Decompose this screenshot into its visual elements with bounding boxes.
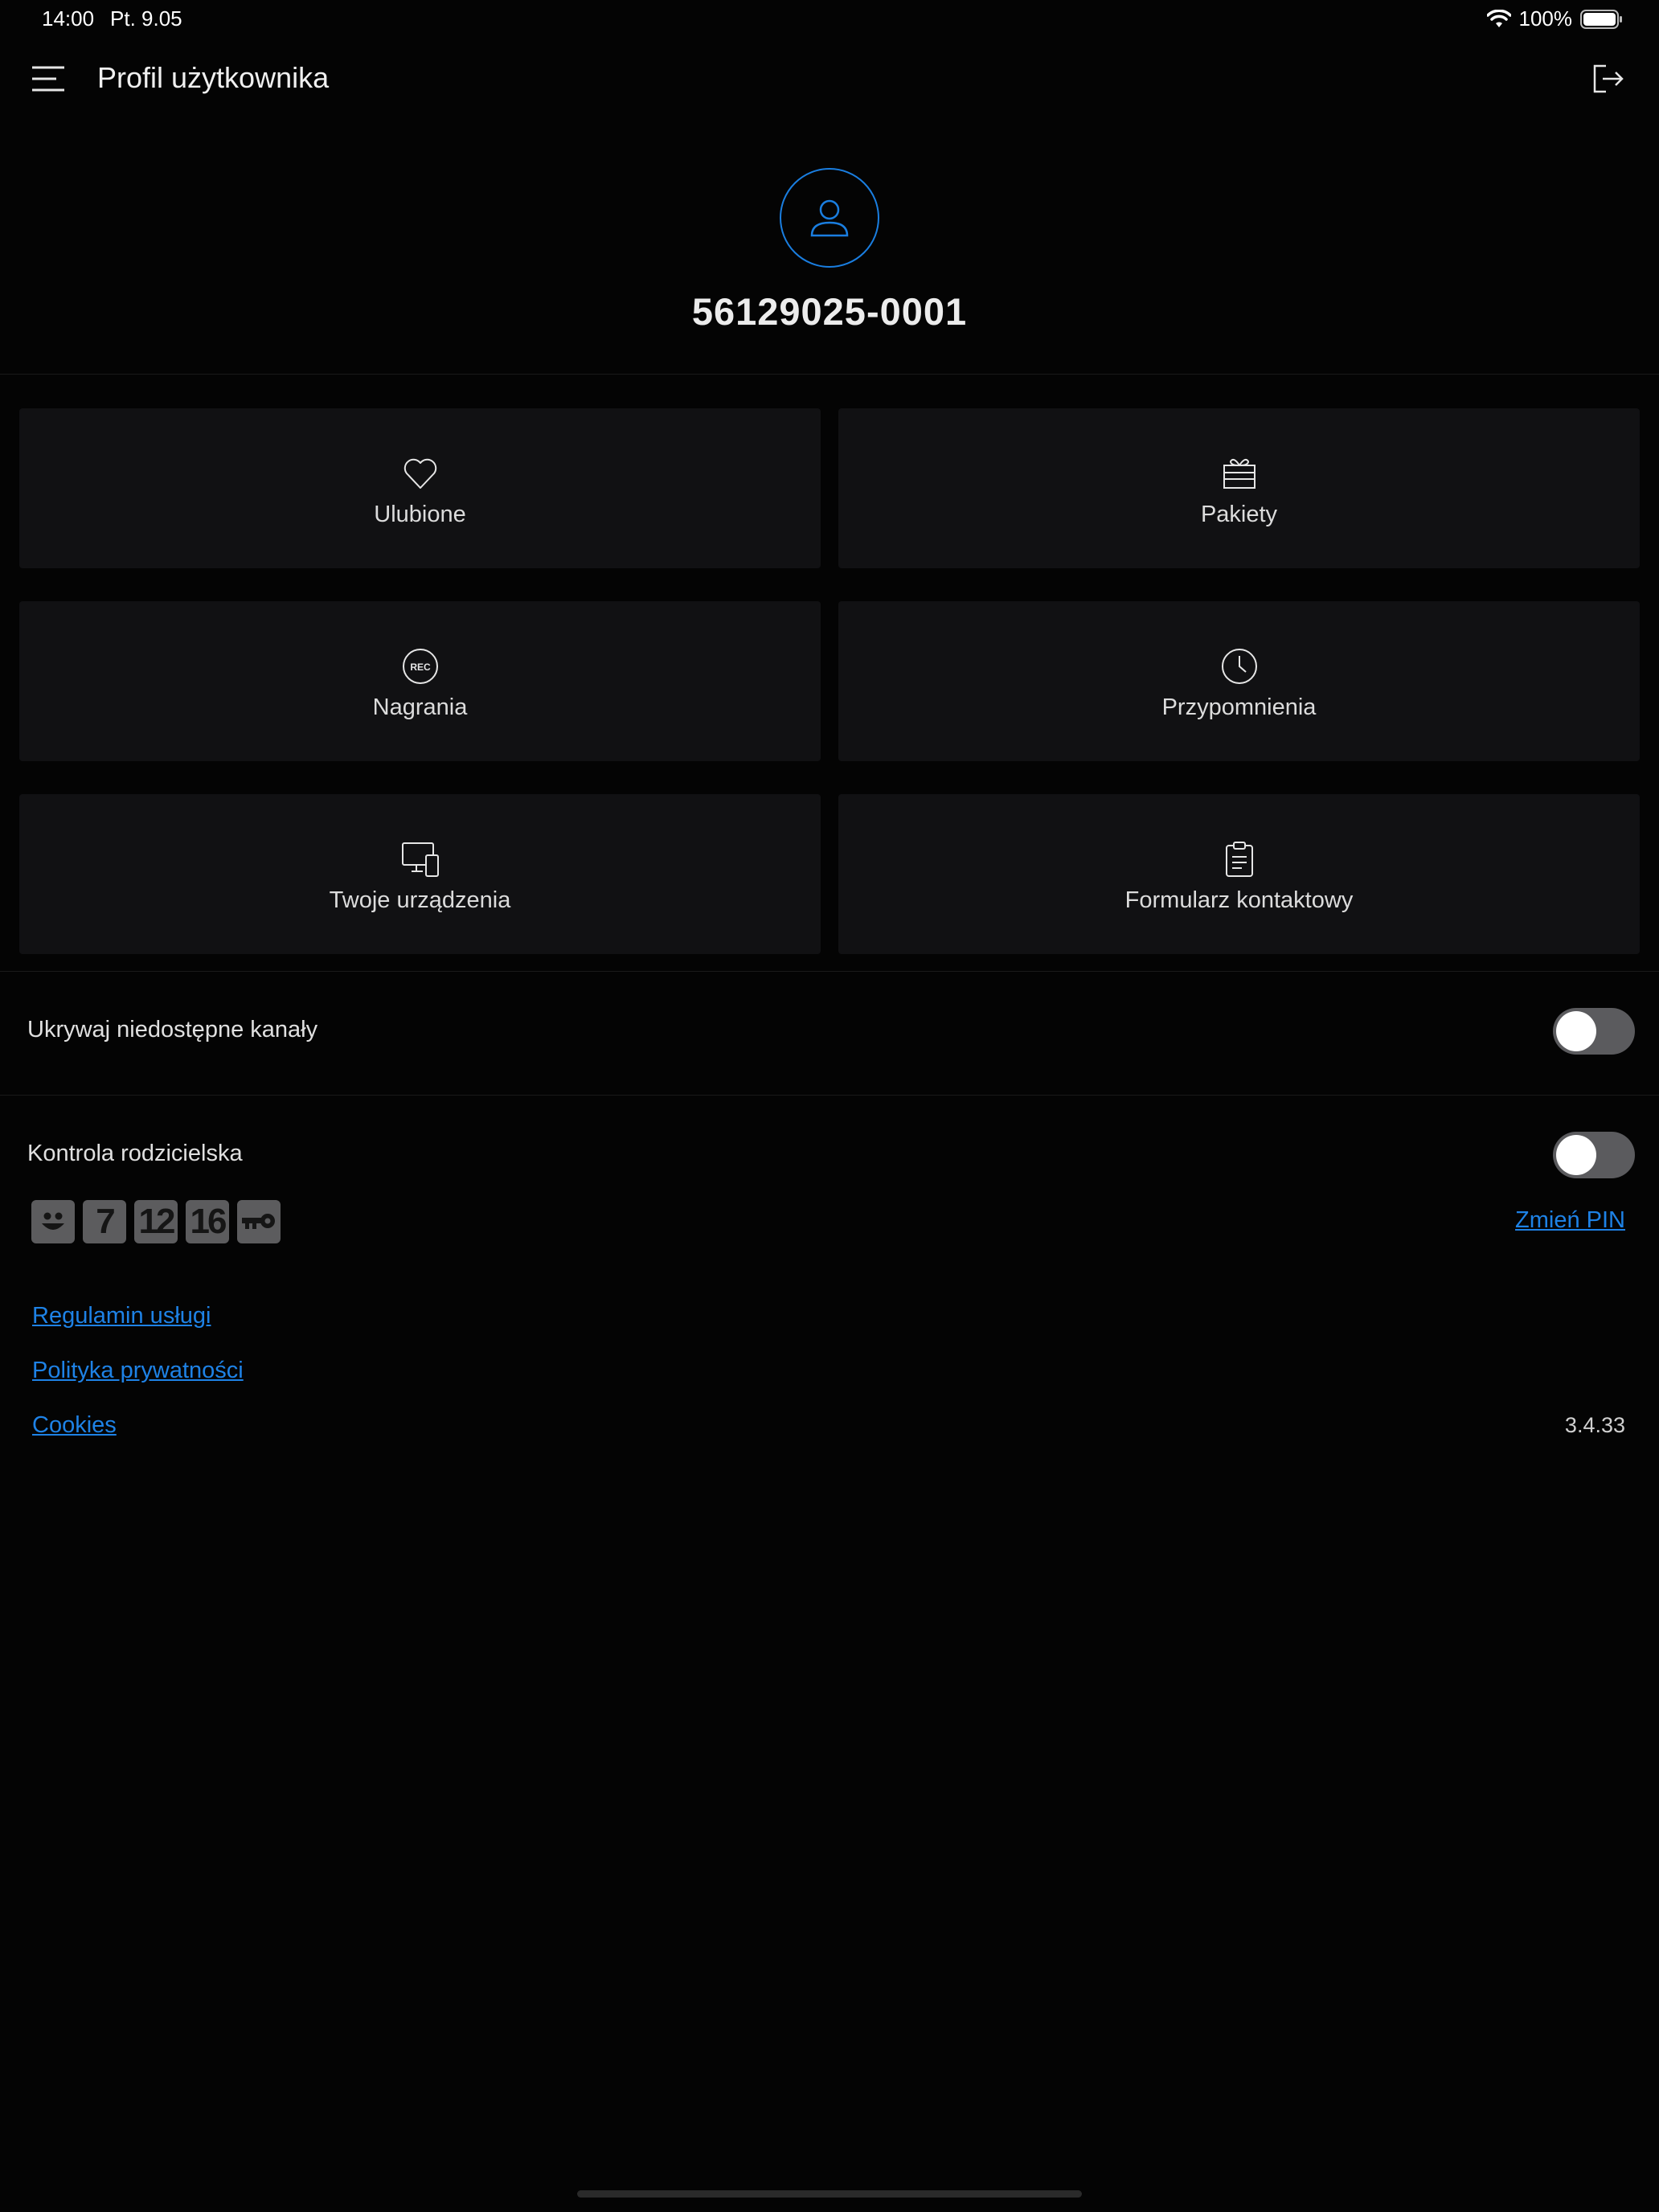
divider <box>0 1095 1659 1096</box>
tile-label: Przypomnienia <box>1161 694 1317 720</box>
battery-icon <box>1580 9 1622 29</box>
terms-link[interactable]: Regulamin usługi <box>32 1303 211 1329</box>
smiley-icon <box>42 1212 64 1230</box>
page-title: Profil użytkownika <box>97 61 330 94</box>
status-indicators: 100% <box>1486 6 1624 31</box>
user-id: 56129025-0001 <box>691 290 968 333</box>
tile-packages[interactable]: Pakiety <box>838 408 1640 568</box>
wifi-icon <box>1486 9 1511 27</box>
age-ratings: 7 12 16 <box>31 1200 281 1243</box>
toggle-knob <box>1556 1135 1596 1175</box>
hide-channels-toggle[interactable] <box>1553 1008 1635 1055</box>
clock-icon <box>1221 649 1257 684</box>
app-version: 3.4.33 <box>1564 1413 1625 1437</box>
battery-percent: 100% <box>1518 6 1573 31</box>
devices-icon <box>401 842 439 877</box>
status-date: Pt. 9.05 <box>110 6 182 31</box>
privacy-policy-link[interactable]: Polityka prywatności <box>32 1358 244 1384</box>
tile-recordings[interactable]: REC Nagrania <box>19 601 821 761</box>
toggle-knob <box>1556 1011 1596 1051</box>
rating-12-badge[interactable]: 12 <box>134 1200 178 1243</box>
app-header: Profil użytkownika <box>0 42 1659 116</box>
rating-all-ages-icon[interactable] <box>31 1200 75 1243</box>
profile-screen: 14:00 Pt. 9.05 100% Profil użytkownika 5… <box>0 0 1659 2212</box>
key-icon <box>242 1214 275 1229</box>
status-bar: 14:00 Pt. 9.05 100% <box>0 0 1659 39</box>
tile-reminders[interactable]: Przypomnienia <box>838 601 1640 761</box>
rating-7-badge[interactable]: 7 <box>83 1200 126 1243</box>
tile-label: Pakiety <box>1200 502 1278 527</box>
tile-label: Ulubione <box>374 502 466 527</box>
logout-icon <box>1593 64 1624 93</box>
heart-icon <box>403 458 436 489</box>
tile-favorites[interactable]: Ulubione <box>19 408 821 568</box>
divider <box>0 971 1659 972</box>
rec-icon: REC <box>402 649 438 684</box>
tile-label: Nagrania <box>372 694 468 720</box>
divider <box>0 374 1659 375</box>
cookies-link[interactable]: Cookies <box>32 1412 117 1439</box>
hamburger-icon <box>32 66 64 92</box>
tile-contact-form[interactable]: Formularz kontaktowy <box>838 794 1640 954</box>
svg-text:REC: REC <box>410 662 431 673</box>
gift-box-icon <box>1223 458 1256 489</box>
hide-channels-label: Ukrywaj niedostępne kanały <box>27 1017 318 1043</box>
parental-control-label: Kontrola rodzicielska <box>27 1141 243 1166</box>
tile-label: Twoje urządzenia <box>329 887 511 913</box>
tile-devices[interactable]: Twoje urządzenia <box>19 794 821 954</box>
menu-button[interactable] <box>29 59 68 98</box>
user-icon <box>810 199 849 237</box>
logout-button[interactable] <box>1588 59 1627 98</box>
parental-control-toggle[interactable] <box>1553 1132 1635 1178</box>
clipboard-icon <box>1225 842 1253 877</box>
avatar <box>780 168 879 268</box>
status-time: 14:00 <box>42 6 95 31</box>
rating-16-badge[interactable]: 16 <box>186 1200 229 1243</box>
rating-adult-icon[interactable] <box>237 1200 281 1243</box>
home-indicator[interactable] <box>577 2190 1082 2198</box>
change-pin-link[interactable]: Zmień PIN <box>1515 1207 1625 1234</box>
tile-label: Formularz kontaktowy <box>1124 887 1354 913</box>
